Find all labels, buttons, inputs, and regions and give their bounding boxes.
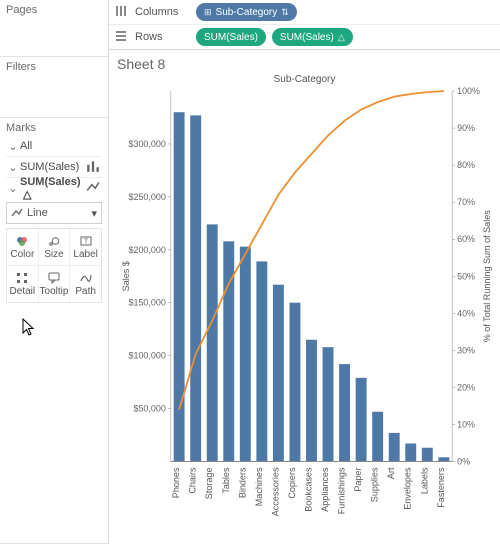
tooltip-card[interactable]: Tooltip: [39, 266, 70, 302]
columns-shelf[interactable]: Columns ⊞ Sub-Category ⇅: [109, 0, 500, 25]
svg-text:$300,000: $300,000: [128, 139, 165, 149]
pages-shelf[interactable]: Pages: [0, 0, 108, 57]
svg-text:70%: 70%: [457, 197, 475, 207]
sheet-title[interactable]: Sheet 8: [117, 56, 494, 72]
svg-text:Appliances: Appliances: [320, 467, 330, 512]
chevron-down-icon: ⌄: [8, 140, 18, 153]
chevron-down-icon: ⌄: [8, 161, 18, 174]
marks-row-all-label: All: [18, 140, 86, 152]
line-icon: [86, 180, 100, 197]
marks-row-sum2-label: SUM(Sales) △: [18, 176, 86, 201]
chevron-down-icon: ⌄: [8, 182, 18, 195]
shelves: Columns ⊞ Sub-Category ⇅ Rows SUM(Sales)…: [109, 0, 500, 50]
mark-type-dropdown[interactable]: Line ▾: [6, 202, 102, 224]
columns-label: Columns: [135, 6, 190, 18]
tooltip-label: Tooltip: [40, 286, 69, 297]
svg-text:Fasteners: Fasteners: [436, 467, 446, 508]
pill-sum-sales-2-label: SUM(Sales): [280, 32, 334, 43]
svg-text:90%: 90%: [457, 123, 475, 133]
worksheet-view[interactable]: Sheet 8 Sub-Category $50,000 $100,000 $150…: [109, 50, 500, 544]
label-card[interactable]: T Label: [70, 229, 101, 265]
rows-shelf[interactable]: Rows SUM(Sales) SUM(Sales) △: [109, 25, 500, 49]
marks-row-all[interactable]: ⌄ All: [6, 136, 102, 156]
path-icon: [79, 271, 93, 285]
svg-text:$100,000: $100,000: [128, 351, 165, 361]
svg-text:Sales $: Sales $: [121, 261, 131, 291]
rows-icon: [115, 30, 129, 45]
filters-shelf[interactable]: Filters: [0, 57, 108, 118]
path-card[interactable]: Path: [70, 266, 101, 302]
marks-card-grid: Color Size T Label Detail Tooltip: [6, 228, 102, 303]
size-card[interactable]: Size: [39, 229, 70, 265]
label-icon: T: [79, 234, 93, 248]
svg-text:20%: 20%: [457, 382, 475, 392]
svg-text:Bookcases: Bookcases: [304, 467, 314, 512]
svg-text:Envelopes: Envelopes: [403, 467, 413, 510]
svg-text:Chairs: Chairs: [188, 467, 198, 494]
svg-text:60%: 60%: [457, 234, 475, 244]
svg-text:$200,000: $200,000: [128, 245, 165, 255]
side-panels: Pages Filters Marks ⌄ All ⌄ SUM(Sales) ⌄…: [0, 0, 109, 544]
color-label: Color: [10, 249, 34, 260]
svg-text:Supplies: Supplies: [370, 467, 380, 502]
pill-sum-sales-1-label: SUM(Sales): [204, 32, 258, 43]
svg-text:40%: 40%: [457, 308, 475, 318]
svg-text:Tables: Tables: [221, 467, 231, 494]
detail-card[interactable]: Detail: [7, 266, 38, 302]
svg-text:100%: 100%: [457, 87, 480, 96]
svg-text:0%: 0%: [457, 456, 470, 466]
svg-text:Art: Art: [386, 467, 396, 479]
chart[interactable]: $50,000 $100,000 $150,000 $200,000 $250,000 $…: [115, 87, 494, 540]
marks-card: Marks ⌄ All ⌄ SUM(Sales) ⌄ SUM(Sales) △: [0, 118, 108, 544]
tooltip-icon: [47, 271, 61, 285]
svg-text:$250,000: $250,000: [128, 192, 165, 202]
marks-row-sum1-label: SUM(Sales): [18, 161, 86, 173]
pages-label: Pages: [6, 4, 102, 16]
marks-row-sum1[interactable]: ⌄ SUM(Sales): [6, 156, 102, 177]
line-icon: Line: [11, 207, 48, 219]
rows-label: Rows: [135, 31, 190, 43]
svg-text:T: T: [84, 239, 89, 246]
svg-text:Furnishings: Furnishings: [337, 467, 347, 514]
pill-sub-category[interactable]: ⊞ Sub-Category ⇅: [196, 3, 297, 21]
svg-text:% of Total Running Sum of Sale: % of Total Running Sum of Sales: [482, 210, 492, 343]
svg-text:Paper: Paper: [353, 468, 363, 492]
svg-text:Machines: Machines: [254, 467, 264, 506]
sort-icon: ⊞: [204, 7, 212, 18]
mark-type-value: Line: [27, 207, 48, 219]
svg-text:Storage: Storage: [204, 468, 214, 500]
filters-label: Filters: [6, 61, 102, 73]
pill-sum-sales-2[interactable]: SUM(Sales) △: [272, 28, 353, 46]
label-label: Label: [73, 249, 97, 260]
svg-text:Copiers: Copiers: [287, 467, 297, 499]
color-card[interactable]: Color: [7, 229, 38, 265]
svg-text:Phones: Phones: [171, 467, 181, 498]
svg-text:$150,000: $150,000: [128, 298, 165, 308]
svg-text:Accessories: Accessories: [270, 467, 280, 516]
size-icon: [47, 234, 61, 248]
marks-label: Marks: [6, 122, 102, 134]
caret-down-icon: ▾: [91, 207, 97, 220]
pill-sub-category-label: Sub-Category: [216, 7, 278, 18]
columns-icon: [115, 5, 129, 20]
detail-icon: [15, 271, 29, 285]
svg-text:Labels: Labels: [419, 467, 429, 494]
sort-desc-icon: ⇅: [281, 7, 289, 18]
marks-row-sum2[interactable]: ⌄ SUM(Sales) △: [6, 177, 102, 198]
delta-icon: △: [338, 32, 345, 43]
svg-text:Binders: Binders: [237, 467, 247, 498]
chart-title: Sub-Category: [115, 74, 494, 85]
svg-text:50%: 50%: [457, 271, 475, 281]
color-icon: [15, 234, 29, 248]
svg-text:80%: 80%: [457, 160, 475, 170]
svg-text:30%: 30%: [457, 345, 475, 355]
path-label: Path: [75, 286, 96, 297]
pill-sum-sales-1[interactable]: SUM(Sales): [196, 28, 266, 46]
svg-text:$50,000: $50,000: [133, 404, 165, 414]
svg-text:10%: 10%: [457, 419, 475, 429]
detail-label: Detail: [10, 286, 36, 297]
size-label: Size: [44, 249, 63, 260]
bar-icon: [86, 159, 100, 176]
